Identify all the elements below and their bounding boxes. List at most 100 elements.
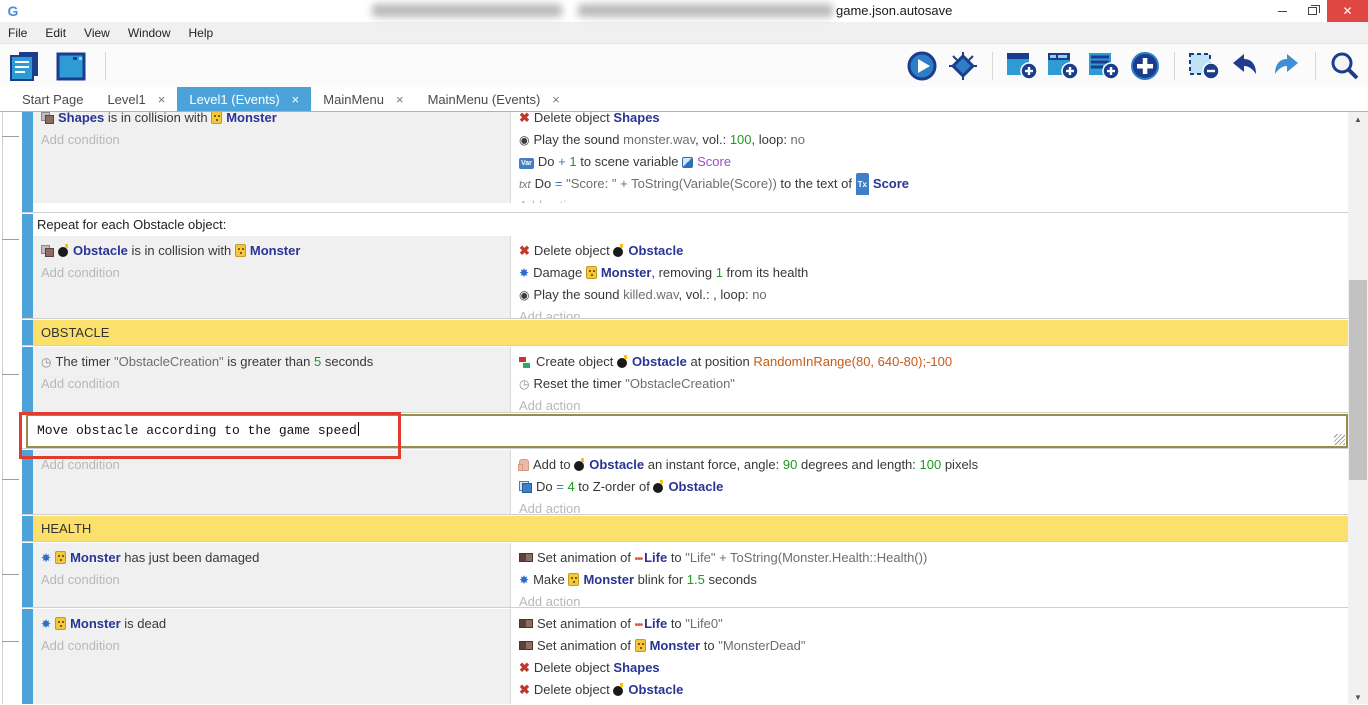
add-sub-event-button[interactable] [1046, 50, 1080, 82]
add-condition-button[interactable]: Add condition [33, 635, 510, 657]
tab-mainmenu[interactable]: MainMenu × [311, 87, 415, 111]
action-line[interactable]: ◉Play the sound monster.wav, vol.: 100, … [511, 129, 1348, 151]
restore-icon [1308, 7, 1317, 15]
sound-icon: ◉ [519, 285, 529, 306]
conditions-column: Obstacle is in collision with MonsterAdd… [33, 236, 510, 318]
scene-window-icon [54, 50, 88, 82]
conditions-column: ◷The timer "ObstacleCreation" is greater… [33, 347, 510, 412]
scene-editor-button[interactable] [54, 50, 88, 82]
add-event-button[interactable] [1005, 50, 1039, 82]
menu-view[interactable]: View [84, 26, 120, 40]
tab-start-page[interactable]: Start Page [10, 87, 95, 111]
tab-label: MainMenu [323, 92, 384, 107]
menu-edit[interactable]: Edit [45, 26, 76, 40]
minimize-button[interactable] [1267, 0, 1297, 22]
action-line[interactable]: Set animation of Monster to "MonsterDead… [511, 635, 1348, 657]
tab-mainmenu-events-[interactable]: MainMenu (Events)× [416, 87, 572, 111]
preview-button[interactable] [905, 50, 939, 82]
menu-help[interactable]: Help [189, 26, 224, 40]
action-line[interactable]: ✸Make Monster blink for 1.5 seconds [511, 569, 1348, 591]
search-button[interactable] [1328, 50, 1362, 82]
scroll-down-button[interactable]: ▼ [1348, 690, 1368, 704]
redo-button[interactable] [1269, 50, 1303, 82]
group-header[interactable]: HEALTH [33, 516, 1348, 541]
add-condition-button[interactable]: Add condition [33, 569, 510, 591]
undo-button[interactable] [1228, 50, 1262, 82]
add-comment-button[interactable] [1087, 50, 1121, 82]
tab-close-icon[interactable]: × [292, 92, 300, 107]
action-line[interactable]: txtDo = "Score: " + ToString(Variable(Sc… [511, 173, 1348, 195]
event-indent-bar [22, 320, 33, 345]
action-line[interactable]: Create object Obstacle at position Rando… [511, 351, 1348, 373]
action-line[interactable]: Do = 4 to Z-order of Obstacle [511, 476, 1348, 498]
condition-line[interactable]: Obstacle is in collision with Monster [33, 240, 510, 262]
event-indent-bar [22, 347, 33, 412]
remove-event-button[interactable] [1187, 50, 1221, 82]
action-line[interactable]: ◷Reset the timer "ObstacleCreation" [511, 373, 1348, 395]
add-condition-button[interactable]: Add condition [33, 454, 510, 476]
anim-icon [519, 553, 533, 562]
comment-textarea[interactable]: Move obstacle according to the game spee… [26, 414, 1348, 448]
events-list: Shapes is in collision with MonsterAdd c… [0, 112, 1348, 704]
scrollbar-thumb[interactable] [1349, 280, 1367, 480]
restore-button[interactable] [1297, 0, 1327, 22]
add-action-button[interactable]: Add action [511, 498, 1348, 514]
menu-file[interactable]: File [8, 26, 37, 40]
toolbar-separator [1174, 52, 1175, 80]
vertical-scrollbar[interactable]: ▲ ▼ [1348, 112, 1368, 704]
add-action-button[interactable]: Add action [511, 395, 1348, 412]
action-line[interactable]: Set animation of •••Life to "Life0" [511, 613, 1348, 635]
add-action-button[interactable]: Add action [511, 591, 1348, 607]
close-button[interactable]: ✕ [1327, 0, 1368, 22]
event-monster-damaged: ✸Monster has just been damagedAdd condit… [22, 543, 1348, 608]
project-manager-button[interactable] [8, 50, 42, 82]
tab-level1[interactable]: Level1× [95, 87, 177, 111]
debug-button[interactable] [946, 50, 980, 82]
action-line[interactable]: ✖Delete object Obstacle [511, 240, 1348, 262]
event-monster-dead: ✸Monster is deadAdd conditionSet animati… [22, 609, 1348, 704]
add-other-button[interactable] [1128, 50, 1162, 82]
event-obstacle-force: Add conditionAdd to Obstacle an instant … [22, 450, 1348, 515]
condition-line[interactable]: ✸Monster is dead [33, 613, 510, 635]
resize-grip[interactable] [1334, 434, 1345, 445]
add-circle-icon [1129, 50, 1161, 82]
collision-icon [41, 112, 54, 124]
group-header[interactable]: OBSTACLE [33, 320, 1348, 345]
monster-icon [235, 244, 246, 257]
action-line[interactable]: ✖Delete object Shapes [511, 657, 1348, 679]
action-line[interactable]: Set animation of •••Life to "Life" + ToS… [511, 547, 1348, 569]
condition-line[interactable]: Shapes is in collision with Monster [33, 112, 510, 129]
events-editor: Shapes is in collision with MonsterAdd c… [0, 111, 1368, 704]
action-line[interactable]: ✖Delete object Obstacle [511, 679, 1348, 701]
actions-column: Create object Obstacle at position Rando… [510, 347, 1348, 412]
tab-close-icon[interactable]: × [158, 92, 166, 107]
play-icon [906, 50, 938, 82]
conditions-column: ✸Monster is deadAdd condition [33, 609, 510, 704]
action-line[interactable]: Add to Obstacle an instant force, angle:… [511, 454, 1348, 476]
add-condition-button[interactable]: Add condition [33, 373, 510, 395]
add-sub-event-icon [1046, 50, 1080, 82]
toolbar-separator [992, 52, 993, 80]
conditions-column: Shapes is in collision with MonsterAdd c… [33, 112, 510, 203]
menu-window[interactable]: Window [128, 26, 181, 40]
actions-column: ✖Delete object Shapes◉Play the sound mon… [510, 112, 1348, 203]
tab-close-icon[interactable]: × [552, 92, 560, 107]
life-icon: ••• [635, 549, 643, 569]
tab-level1-events-[interactable]: Level1 (Events)× [177, 87, 311, 111]
monster-icon [211, 112, 222, 124]
event-group-group-obstacle: OBSTACLE [22, 320, 1348, 346]
timer-icon: ◷ [519, 374, 529, 395]
add-action-button[interactable]: Add action [511, 306, 1348, 318]
add-action-button[interactable]: Add action [511, 195, 1348, 203]
add-condition-button[interactable]: Add condition [33, 262, 510, 284]
action-line[interactable]: ◉Play the sound killed.wav, vol.: , loop… [511, 284, 1348, 306]
add-condition-button[interactable]: Add condition [33, 129, 510, 151]
action-line[interactable]: VarDo + 1 to scene variable Score [511, 151, 1348, 173]
scroll-up-button[interactable]: ▲ [1348, 112, 1368, 127]
condition-line[interactable]: ◷The timer "ObstacleCreation" is greater… [33, 351, 510, 373]
action-line[interactable]: ✸Damage Monster, removing 1 from its hea… [511, 262, 1348, 284]
action-line[interactable]: ✖Delete object Shapes [511, 112, 1348, 129]
tab-close-icon[interactable]: × [396, 92, 404, 107]
toolbar-separator [105, 52, 106, 80]
condition-line[interactable]: ✸Monster has just been damaged [33, 547, 510, 569]
